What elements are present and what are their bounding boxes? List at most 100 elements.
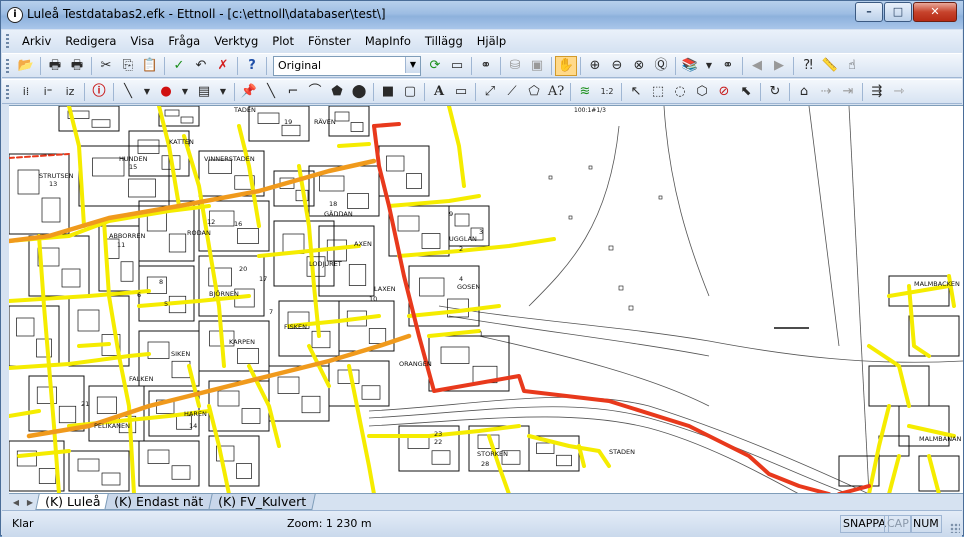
line-style-icon[interactable]: ╲ (117, 82, 139, 102)
select-arrow-icon[interactable]: ↖ (625, 82, 647, 102)
resize-grip-handle[interactable] (950, 523, 960, 533)
tab-endast-nat[interactable]: (K) Endast nät (104, 494, 214, 510)
menu-verktyg[interactable]: Verktyg (207, 34, 265, 48)
menu-fonster[interactable]: Fönster (301, 34, 358, 48)
zoom-in-icon[interactable]: ⊕ (584, 56, 606, 76)
map-number: 20 (239, 265, 247, 273)
find-binoculars-icon[interactable]: ⚭ (717, 56, 739, 76)
undo-icon[interactable]: ↶ (190, 56, 212, 76)
pin-icon[interactable]: 📌 (238, 82, 260, 102)
info-list-icon[interactable]: i⁼ (37, 82, 59, 102)
zoom-extent-icon[interactable]: ⊗ (628, 56, 650, 76)
chevron-down-icon[interactable]: ▼ (139, 82, 155, 102)
rotate-icon[interactable]: ↻ (764, 82, 786, 102)
tab-fv-kulvert[interactable]: (K) FV_Kulvert (207, 494, 316, 510)
copy-icon[interactable]: ⎘ (117, 56, 139, 76)
layer-stack-icon[interactable]: ≋ (574, 82, 596, 102)
info-zoom-icon[interactable]: iz (59, 82, 81, 102)
draw-line-icon[interactable]: ╲ (260, 82, 282, 102)
view-select[interactable]: Original ▼ (273, 55, 421, 76)
snap-line-icon[interactable]: ⇢ (815, 82, 837, 102)
snap-node-icon[interactable]: ⌂ (793, 82, 815, 102)
pan-hand-icon[interactable]: ✋ (555, 55, 577, 76)
measure-ruler-icon[interactable]: 📏 (819, 56, 841, 76)
area-style-icon[interactable]: ▤ (193, 82, 215, 102)
refresh-icon[interactable]: ⟳ (424, 56, 446, 76)
layers-gray-icon[interactable]: ▣ (526, 56, 548, 76)
print-preview-icon[interactable]: 🖶 (66, 56, 88, 76)
help-icon[interactable]: ? (241, 56, 263, 76)
select-filled-arrow-icon[interactable]: ⬉ (735, 82, 757, 102)
map-canvas[interactable]: TADEN HUNDEN STRUTSEN VINNERSTADEN ABBORREN R… (9, 105, 963, 494)
line-edit-icon[interactable]: ⟋ (501, 82, 523, 102)
text-edit-icon[interactable]: A? (545, 82, 567, 102)
arrow-forward-icon[interactable]: ▶ (768, 56, 790, 76)
draw-arc-icon[interactable]: ⌒ (304, 82, 326, 102)
menu-mapinfo[interactable]: MapInfo (358, 34, 418, 48)
menu-grip-handle[interactable] (6, 34, 9, 48)
map-label: AXEN (354, 240, 372, 248)
toolbar-grip-handle[interactable] (6, 58, 9, 73)
menu-visa[interactable]: Visa (123, 34, 161, 48)
building (281, 124, 301, 137)
chevron-down-icon[interactable]: ▼ (405, 56, 420, 73)
title-bar[interactable]: i Luleå Testdatabas2.efk - Ettnoll - [c:… (1, 1, 963, 29)
hand-pointer-icon[interactable]: ☝ (841, 56, 863, 76)
minimize-button[interactable]: – (855, 2, 883, 22)
building (120, 261, 134, 282)
toolbar-grip-handle[interactable] (6, 84, 9, 99)
route-arrow-icon[interactable]: ⇾ (888, 82, 910, 102)
draw-rounded-rectangle-icon[interactable]: ▢ (399, 82, 421, 102)
info-tool-icon[interactable]: i⁞ (15, 82, 37, 102)
menu-hjalp[interactable]: Hjälp (470, 34, 513, 48)
area-edit-icon[interactable]: ⬠ (523, 82, 545, 102)
layer-book-icon[interactable]: 📚 (679, 56, 701, 76)
cut-icon[interactable]: ✂ (95, 56, 117, 76)
status-snap-indicator[interactable]: SNAPPA (840, 515, 889, 533)
building (101, 472, 121, 486)
no-select-icon[interactable]: ⊘ (713, 82, 735, 102)
close-button[interactable]: ✕ (913, 2, 957, 22)
delete-x-icon[interactable]: ✗ (212, 56, 234, 76)
arrow-back-icon[interactable]: ◀ (746, 56, 768, 76)
menu-plot[interactable]: Plot (265, 34, 301, 48)
zoom-previous-icon[interactable]: Ⓠ (650, 56, 672, 76)
open-folder-icon[interactable]: 📂 (15, 56, 37, 76)
map-drawing[interactable]: TADEN HUNDEN STRUTSEN VINNERSTADEN ABBORREN R… (9, 106, 963, 494)
draw-polygon-icon[interactable]: ⬟ (326, 82, 348, 102)
menu-tillagg[interactable]: Tillägg (418, 34, 470, 48)
tab-lulea[interactable]: (K) Luleå (35, 494, 111, 510)
window-icon[interactable]: ▭ (446, 56, 468, 76)
select-polygon-icon[interactable]: ⬡ (691, 82, 713, 102)
chevron-down-icon[interactable]: ▼ (177, 82, 193, 102)
node-edit-icon[interactable]: ⤢ (479, 82, 501, 102)
text-tool-icon[interactable]: A (428, 82, 450, 102)
maximize-button[interactable]: □ (884, 2, 912, 22)
scale-box-icon[interactable]: 1:2 (596, 82, 618, 102)
check-icon[interactable]: ✓ (168, 56, 190, 76)
menu-redigera[interactable]: Redigera (58, 34, 123, 48)
whats-this-help-icon[interactable]: ⁈ (797, 56, 819, 76)
frame-tool-icon[interactable]: ▭ (450, 82, 472, 102)
select-rect-icon[interactable]: ⬚ (647, 82, 669, 102)
draw-rectangle-icon[interactable]: ■ (377, 82, 399, 102)
paste-icon[interactable]: 📋 (139, 56, 161, 76)
point-style-icon[interactable]: ● (155, 82, 177, 102)
draw-ellipse-icon[interactable]: ⬤ (348, 82, 370, 102)
snap-arrow-icon[interactable]: ⇥ (837, 82, 859, 102)
menu-fraga[interactable]: Fråga (161, 34, 207, 48)
chevron-down-icon[interactable]: ▼ (701, 56, 717, 76)
building (237, 348, 259, 364)
tab-scroll-left-icon[interactable]: ◀ (9, 496, 23, 510)
route-icon[interactable]: ⇶ (866, 82, 888, 102)
database-icon[interactable]: ⛁ (504, 56, 526, 76)
info-circle-icon[interactable]: ⓘ (88, 82, 110, 102)
app-logo-icon[interactable]: i (7, 7, 23, 23)
menu-arkiv[interactable]: Arkiv (15, 34, 58, 48)
print-icon[interactable]: 🖶 (44, 56, 66, 76)
zoom-out-icon[interactable]: ⊖ (606, 56, 628, 76)
select-circle-icon[interactable]: ◌ (669, 82, 691, 102)
draw-polyline-icon[interactable]: ⌐ (282, 82, 304, 102)
binoculars-icon[interactable]: ⚭ (475, 56, 497, 76)
chevron-down-icon[interactable]: ▼ (215, 82, 231, 102)
